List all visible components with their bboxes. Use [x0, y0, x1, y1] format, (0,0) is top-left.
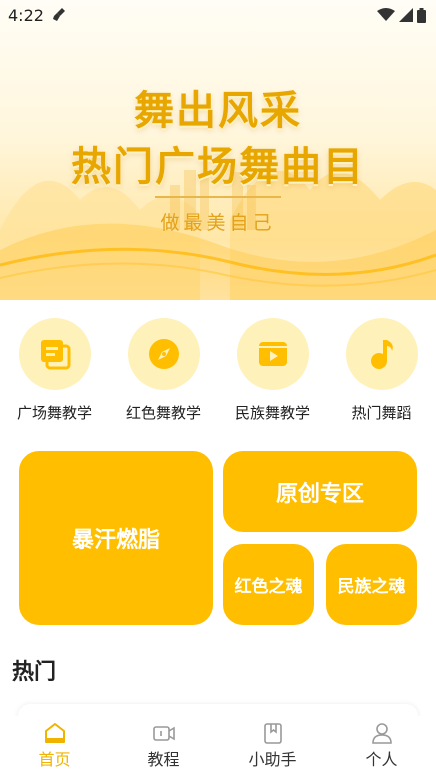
- tab-home[interactable]: 首页: [0, 716, 109, 776]
- tile-folk-soul[interactable]: 民族之魂: [326, 544, 417, 625]
- tab-profile[interactable]: 个人: [327, 716, 436, 776]
- category-label: 热门舞蹈: [351, 404, 412, 422]
- layers-icon: [40, 340, 70, 370]
- tile-red-soul[interactable]: 红色之魂: [223, 544, 314, 625]
- camera-icon: [152, 726, 175, 741]
- tile-original-zone[interactable]: 原创专区: [223, 451, 417, 532]
- section-title-hot: 热门: [12, 660, 57, 685]
- bottom-tab-bar: 首页 教程 小助手 个人: [0, 716, 436, 776]
- tab-label: 小助手: [248, 750, 297, 769]
- tab-tutorial[interactable]: 教程: [109, 716, 218, 776]
- hero-title: 舞出风采: [134, 88, 302, 134]
- category-label: 红色舞教学: [125, 404, 201, 422]
- tab-label: 首页: [38, 750, 71, 769]
- category-folk-dance[interactable]: 民族舞教学: [218, 318, 327, 423]
- category-label: 民族舞教学: [234, 404, 310, 422]
- tile-sweat-burn[interactable]: 暴汗燃脂: [19, 451, 213, 625]
- category-row: 广场舞教学 红色舞教学 民族舞教学 热门舞蹈: [0, 318, 436, 423]
- status-time: 4:22: [8, 5, 44, 25]
- compass-icon: [148, 339, 179, 369]
- category-red-dance[interactable]: 红色舞教学: [109, 318, 218, 423]
- wifi-icon: [377, 8, 395, 21]
- tab-label: 教程: [147, 750, 180, 769]
- user-icon: [371, 723, 392, 744]
- home-icon: [44, 723, 65, 743]
- music-note-icon: [370, 340, 393, 369]
- signal-icon: [399, 8, 413, 22]
- hero-divider: [155, 196, 281, 198]
- hero-subtitle: 做最美自己: [160, 212, 276, 234]
- category-label: 广场舞教学: [16, 404, 92, 422]
- tab-label: 个人: [365, 750, 398, 769]
- tab-assistant[interactable]: 小助手: [218, 716, 327, 776]
- status-bar: 4:22: [0, 0, 436, 30]
- hero-banner: 舞出风采 热门广场舞曲目 做最美自己: [0, 0, 436, 300]
- category-hot-dance[interactable]: 热门舞蹈: [327, 318, 436, 423]
- book-icon: [263, 723, 282, 744]
- category-square-dance[interactable]: 广场舞教学: [0, 318, 109, 423]
- broom-icon: [52, 8, 65, 21]
- video-icon: [258, 342, 287, 366]
- hero-title-secondary: 热门广场舞曲目: [71, 144, 365, 190]
- battery-icon: [417, 7, 426, 23]
